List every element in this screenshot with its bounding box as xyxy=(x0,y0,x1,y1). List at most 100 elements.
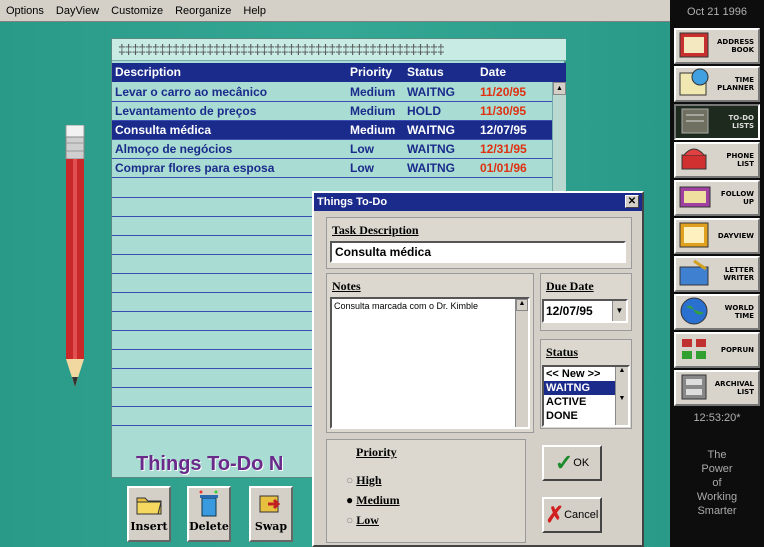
archival-list-icon xyxy=(678,371,715,405)
dialog-title: Things To-Do xyxy=(317,196,388,208)
cell-description: Levantamento de preços xyxy=(115,104,257,118)
cell-priority: Medium xyxy=(350,123,396,137)
dayview-icon xyxy=(678,219,716,253)
radio-icon: ○ xyxy=(346,473,354,487)
menu-customize[interactable]: Customize xyxy=(105,5,169,17)
header-description[interactable]: Description xyxy=(115,65,181,79)
ok-button[interactable]: ✓ OK xyxy=(542,445,602,481)
cell-status: WAITNG xyxy=(407,161,455,175)
cross-icon: ✗ xyxy=(545,502,565,527)
time-planner-icon xyxy=(678,67,716,101)
status-listbox[interactable]: << New >> WAITNG ACTIVE DONE ▲ ▼ xyxy=(542,365,630,427)
scroll-up-arrow[interactable]: ▲ xyxy=(553,82,566,95)
header-priority[interactable]: Priority xyxy=(350,65,392,79)
cell-date: 12/07/95 xyxy=(480,123,527,137)
swap-icon xyxy=(251,488,291,520)
letter-writer-icon xyxy=(678,257,716,291)
sidebar-item-todo-lists[interactable]: TO-DO LISTS xyxy=(674,104,760,140)
swap-button[interactable]: Swap xyxy=(249,486,293,542)
menu-reorganize[interactable]: Reorganize xyxy=(169,5,237,17)
due-date-value: 12/07/95 xyxy=(546,304,593,318)
sidebar-item-time-planner[interactable]: TIME PLANNER xyxy=(674,66,760,102)
priority-radio-low[interactable]: ○ Low xyxy=(346,513,379,528)
status-scrollbar[interactable]: ▲ ▼ xyxy=(615,367,628,425)
due-date-label: Due Date xyxy=(546,279,594,293)
priority-radio-high[interactable]: ○ High xyxy=(346,473,382,488)
checkmark-icon: ✓ xyxy=(554,450,574,475)
notes-textarea[interactable]: Consulta marcada com o Dr. Kimble ▲ xyxy=(330,297,530,429)
cell-date: 11/30/95 xyxy=(480,104,527,118)
menu-dayview[interactable]: DayView xyxy=(50,5,105,17)
sidebar-item-phone-list[interactable]: PHONE LIST xyxy=(674,142,760,178)
cell-status: WAITNG xyxy=(407,142,455,156)
priority-radio-medium[interactable]: ● Medium xyxy=(346,493,400,508)
cell-status: WAITNG xyxy=(407,85,455,99)
close-button[interactable]: ✕ xyxy=(625,195,639,208)
notes-label: Notes xyxy=(332,279,361,293)
menu-bar: Options DayView Customize Reorganize Hel… xyxy=(0,0,670,22)
sidebar-clock: 12:53:20* xyxy=(693,412,741,424)
notes-scrollbar[interactable]: ▲ xyxy=(515,299,528,427)
menu-options[interactable]: Options xyxy=(0,5,50,17)
radio-selected-icon: ● xyxy=(346,493,354,507)
sidebar-item-world-time[interactable]: WORLD TIME xyxy=(674,294,760,330)
address-book-icon xyxy=(678,29,716,63)
phone-list-icon xyxy=(678,143,716,177)
sidebar-item-follow-up[interactable]: FOLLOW UP xyxy=(674,180,760,216)
cell-description: Comprar flores para esposa xyxy=(115,161,275,175)
cell-description: Consulta médica xyxy=(115,123,212,137)
todo-list-icon xyxy=(678,105,716,139)
cell-date: 11/20/95 xyxy=(480,85,527,99)
task-description-field[interactable]: Consulta médica xyxy=(330,241,626,263)
sidebar-item-address-book[interactable]: ADDRESS BOOK xyxy=(674,28,760,64)
sidebar: Oct 21 1996 ADDRESS BOOK TIME PLANNER TO… xyxy=(670,0,764,547)
scroll-up-arrow[interactable]: ▲ xyxy=(516,299,528,311)
sidebar-item-dayview[interactable]: DAYVIEW xyxy=(674,218,760,254)
cell-status: WAITNG xyxy=(407,123,455,137)
menu-help[interactable]: Help xyxy=(237,5,272,17)
due-date-field[interactable]: 12/07/95 ▼ xyxy=(542,299,628,323)
cell-priority: Medium xyxy=(350,104,396,118)
cell-description: Almoço de negócios xyxy=(115,142,233,156)
cancel-button[interactable]: ✗ Cancel xyxy=(542,497,602,533)
sidebar-item-archival-list[interactable]: ARCHIVAL LIST xyxy=(674,370,760,406)
cell-date: 12/31/95 xyxy=(480,142,527,156)
delete-button[interactable]: Delete xyxy=(187,486,231,542)
sidebar-tagline: The Power of Working Smarter xyxy=(696,449,738,517)
sidebar-item-letter-writer[interactable]: LETTER WRITER xyxy=(674,256,760,292)
table-row[interactable]: Almoço de negócios Low WAITNG 12/31/95 xyxy=(112,140,552,159)
cell-status: HOLD xyxy=(407,104,441,118)
notepad-title: Things To-Do N xyxy=(136,453,284,475)
world-time-icon xyxy=(678,295,716,329)
task-description-label: Task Description xyxy=(332,223,419,237)
table-header: Description Priority Status Date xyxy=(112,63,566,82)
cell-description: Levar o carro ao mecânico xyxy=(115,85,268,99)
cell-priority: Low xyxy=(350,142,374,156)
folder-icon xyxy=(129,488,169,520)
insert-button[interactable]: Insert xyxy=(127,486,171,542)
things-todo-dialog: Things To-Do ✕ Task Description Consulta… xyxy=(312,191,644,547)
table-row-selected[interactable]: Consulta médica Medium WAITNG 12/07/95 xyxy=(112,121,552,140)
dialog-titlebar: Things To-Do ✕ xyxy=(314,193,642,211)
trash-icon xyxy=(189,488,229,520)
header-date[interactable]: Date xyxy=(480,65,506,79)
header-status[interactable]: Status xyxy=(407,65,444,79)
poprun-icon xyxy=(678,333,716,367)
pencil-icon xyxy=(65,125,85,387)
chevron-down-icon[interactable]: ▼ xyxy=(612,301,626,321)
notes-text: Consulta marcada com o Dr. Kimble xyxy=(334,301,479,311)
cell-priority: Medium xyxy=(350,85,396,99)
radio-icon: ○ xyxy=(346,513,354,527)
follow-up-icon xyxy=(678,181,716,215)
table-row[interactable]: Levantamento de preços Medium HOLD 11/30… xyxy=(112,102,552,121)
cell-date: 01/01/96 xyxy=(480,161,527,175)
table-row[interactable]: Comprar flores para esposa Low WAITNG 01… xyxy=(112,159,552,178)
sidebar-date: Oct 21 1996 xyxy=(687,6,747,18)
status-label: Status xyxy=(546,345,579,359)
sidebar-item-poprun[interactable]: POPRUN xyxy=(674,332,760,368)
list-scrollbar[interactable]: ▲ xyxy=(552,82,566,202)
spiral-binding: ‡‡‡‡‡‡‡‡‡‡‡‡‡‡‡‡‡‡‡‡‡‡‡‡‡‡‡‡‡‡‡‡‡‡‡‡‡‡‡‡… xyxy=(112,39,566,61)
table-row[interactable]: Levar o carro ao mecânico Medium WAITNG … xyxy=(112,83,552,102)
cell-priority: Low xyxy=(350,161,374,175)
priority-label: Priority xyxy=(356,445,397,459)
